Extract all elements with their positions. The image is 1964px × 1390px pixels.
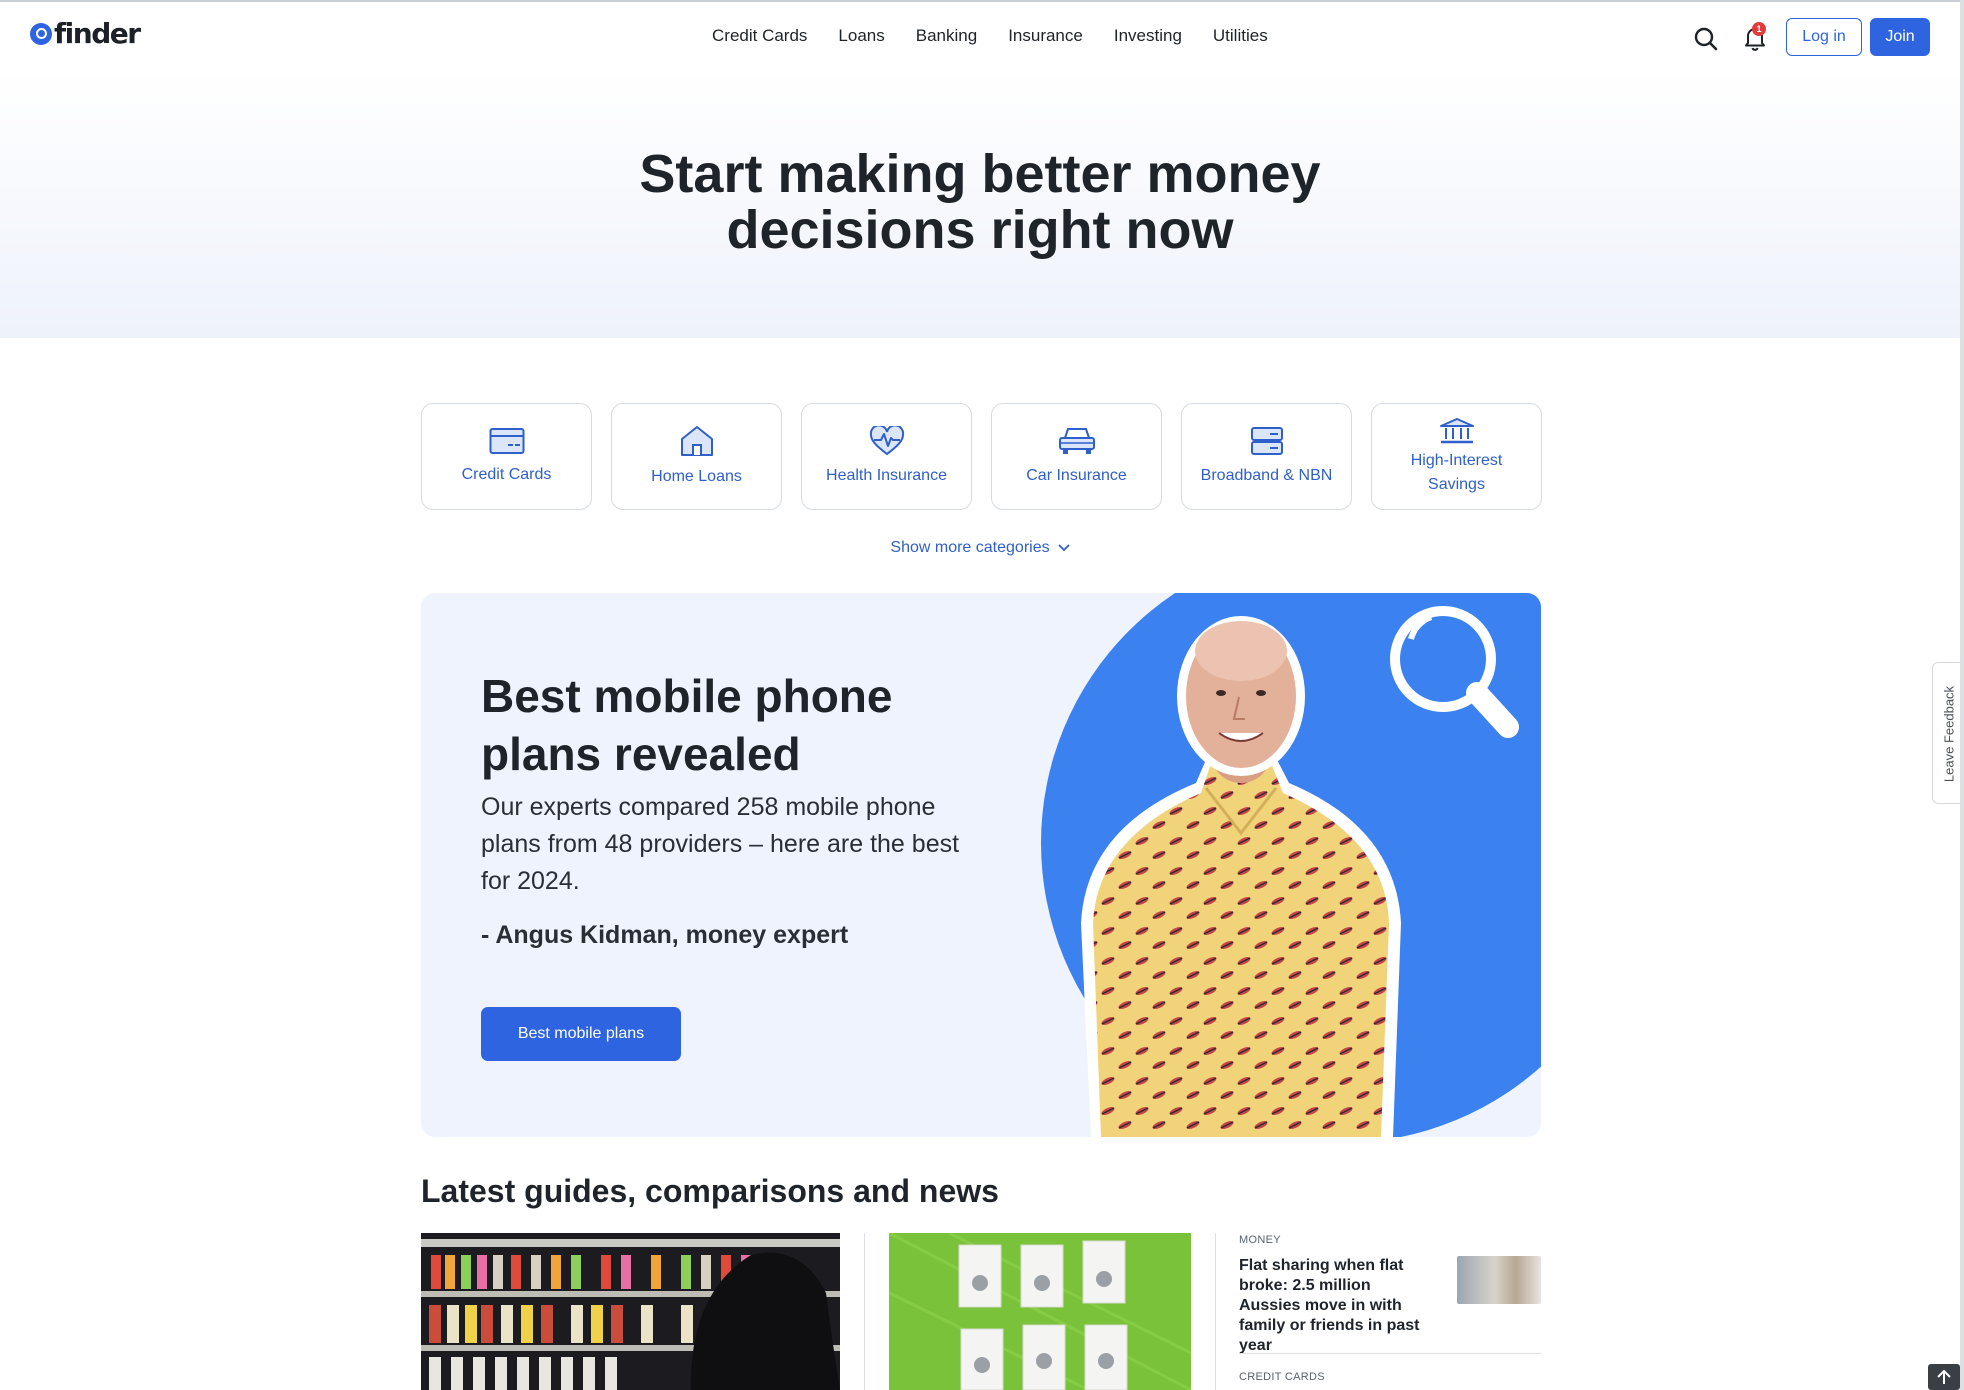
nav-item-investing[interactable]: Investing	[1114, 26, 1182, 46]
news-category: MONEY	[1239, 1234, 1281, 1246]
category-car-insurance[interactable]: Car Insurance	[991, 403, 1162, 510]
window-scrollbar[interactable]	[1960, 0, 1964, 1390]
nav-item-credit-cards[interactable]: Credit Cards	[712, 26, 807, 46]
show-more-label: Show more categories	[890, 539, 1050, 556]
heart-pulse-icon	[869, 425, 904, 455]
notification-badge: 1	[1752, 22, 1766, 36]
hero-title: Start making better money decisions righ…	[0, 146, 1960, 258]
feedback-label: Leave Feedback	[1941, 685, 1957, 783]
logo-text: finder	[54, 17, 141, 50]
gift-cards-image[interactable]	[889, 1233, 1191, 1390]
category-broadband[interactable]: Broadband & NBN	[1181, 403, 1352, 510]
category-tiles: Credit Cards Home Loans Health Insurance…	[421, 403, 1542, 510]
search-icon[interactable]	[1693, 26, 1719, 52]
car-icon	[1058, 427, 1095, 454]
bank-icon	[1439, 417, 1474, 443]
category-label: Car Insurance	[1026, 466, 1127, 484]
show-more-categories: Show more categories	[0, 539, 1960, 557]
news-headline[interactable]: Flat sharing when flat broke: 2.5 millio…	[1239, 1256, 1434, 1356]
arrow-up-icon	[1937, 1369, 1951, 1384]
join-button[interactable]: Join	[1870, 18, 1930, 56]
server-icon	[1250, 426, 1283, 455]
category-label: Health Insurance	[826, 466, 947, 484]
back-to-top-button[interactable]	[1928, 1364, 1960, 1390]
category-label: Home Loans	[651, 467, 742, 485]
nav-item-insurance[interactable]: Insurance	[1008, 26, 1083, 46]
house-icon	[680, 425, 713, 456]
hero-title-line1: Start making better money	[639, 144, 1321, 204]
news-divider	[1239, 1353, 1541, 1354]
category-health-insurance[interactable]: Health Insurance	[801, 403, 972, 510]
news-category: CREDIT CARDS	[1239, 1371, 1325, 1383]
show-more-link[interactable]: Show more categories	[890, 539, 1070, 557]
latest-section-title: Latest guides, comparisons and news	[421, 1173, 999, 1209]
card-divider	[864, 1233, 865, 1390]
logo-magnifier-icon	[30, 23, 52, 45]
hero-title-line2: decisions right now	[726, 200, 1234, 260]
category-label: High-Interest Savings	[1410, 451, 1503, 493]
promo-author: - Angus Kidman, money expert	[481, 921, 849, 949]
site-header: finder Credit Cards Loans Banking Insura…	[0, 2, 1960, 70]
chevron-down-icon	[1057, 544, 1070, 552]
news-thumbnail-image[interactable]	[1457, 1256, 1541, 1304]
category-high-interest-savings[interactable]: High-Interest Savings	[1371, 403, 1542, 510]
credit-card-icon	[489, 427, 524, 454]
promo-title: Best mobile phone plans revealed	[481, 670, 893, 780]
category-label: Credit Cards	[461, 465, 552, 483]
nav-item-utilities[interactable]: Utilities	[1213, 26, 1268, 46]
supermarket-shelf-image[interactable]	[421, 1233, 840, 1390]
best-mobile-plans-button[interactable]: Best mobile plans	[481, 1007, 681, 1061]
main-nav: Credit Cards Loans Banking Insurance Inv…	[712, 26, 1268, 46]
category-credit-cards[interactable]: Credit Cards	[421, 403, 592, 510]
promo-text: Our experts compared 258 mobile phone pl…	[481, 793, 960, 895]
expert-portrait-image	[1041, 593, 1541, 1137]
login-button[interactable]: Log in	[1786, 18, 1862, 56]
category-home-loans[interactable]: Home Loans	[611, 403, 782, 510]
nav-item-loans[interactable]: Loans	[838, 26, 884, 46]
card-divider	[1215, 1233, 1216, 1390]
category-label: Broadband & NBN	[1200, 466, 1333, 484]
hero-banner: Start making better money decisions righ…	[0, 70, 1960, 338]
finder-logo[interactable]: finder	[30, 17, 141, 50]
nav-item-banking[interactable]: Banking	[916, 26, 977, 46]
promo-banner: Best mobile phone plans revealed Our exp…	[421, 593, 1541, 1137]
